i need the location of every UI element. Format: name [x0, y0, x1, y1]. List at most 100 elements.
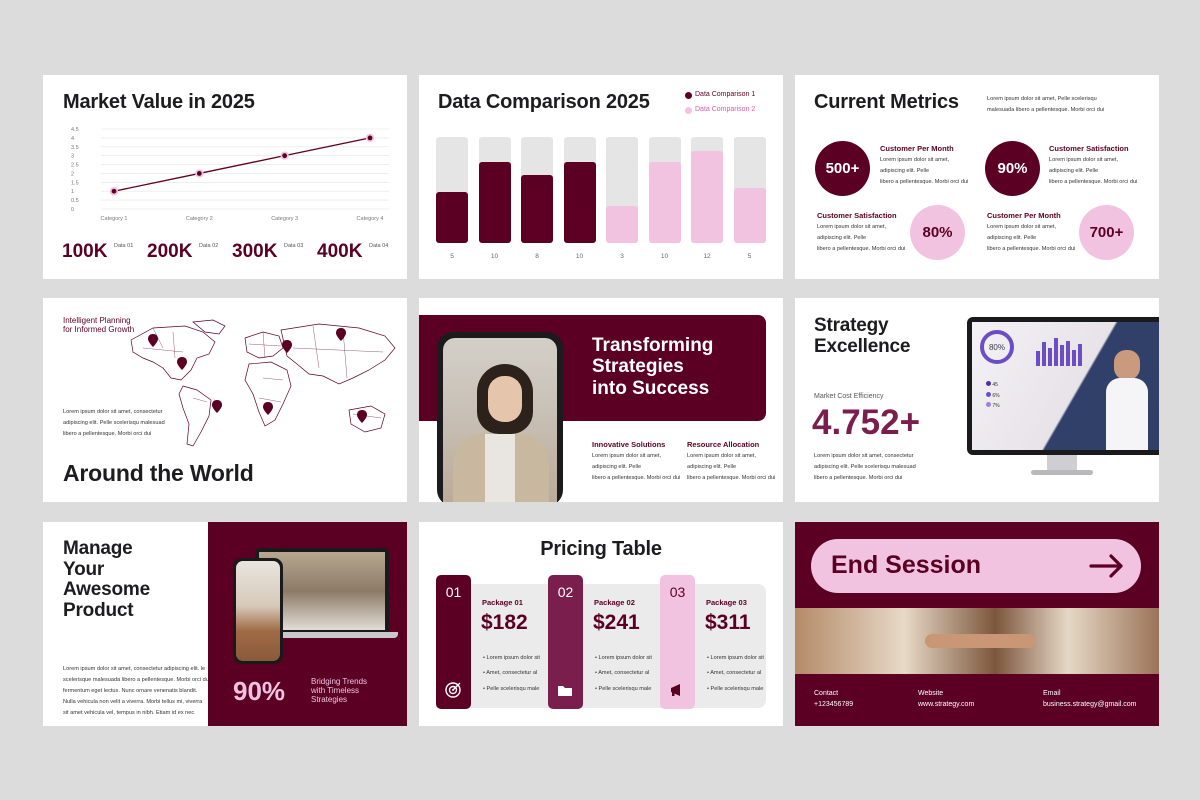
contact-value[interactable]: +123456789 [814, 700, 853, 711]
map-pin-icon[interactable] [212, 400, 222, 413]
metric-text: Lorem ipsum dolor sit amet, adipiscing e… [817, 222, 905, 255]
y-tick-label: 3 [71, 154, 74, 160]
y-tick-label: 1 [71, 189, 74, 195]
screen-rows: 45 6% 7% [986, 380, 1000, 412]
text-line: into Success [592, 377, 710, 399]
slide-title: Around the World [63, 460, 254, 486]
slide-strategy-excellence[interactable]: Strategy Excellence Market Cost Efficien… [795, 298, 1159, 502]
package-number: 01 [445, 584, 462, 600]
text-line: sit amet vehicula vel, tempus in nibh. E… [63, 709, 195, 716]
package-number: 03 [669, 584, 686, 600]
text-line: 45 [992, 382, 998, 388]
text-line: Strategy [814, 315, 889, 336]
legend-swatch [685, 107, 692, 114]
stat-value: 400K [317, 241, 363, 262]
text-line: adipiscing elit. Pelle scelerisqu malesu… [814, 463, 916, 470]
text-line: Excellence [814, 335, 911, 357]
metric-circle: 90% [985, 141, 1040, 196]
stat-label: Bridging Trends with Timeless Strategies [311, 677, 367, 705]
slide-market-value[interactable]: Market Value in 2025 0 0.5 1 1.5 2 2.5 3 3.5 4 4.… [43, 75, 407, 279]
slide-pricing-table[interactable]: Pricing Table 01 Package 01 $182 • Lorem ip… [419, 522, 783, 726]
metric-circle: 80% [910, 205, 965, 260]
text-line: Strategies [311, 695, 348, 705]
x-tick-label: Category 4 [357, 216, 384, 222]
slide-title: Manage Your Awesome Product [63, 538, 150, 621]
package-number: 02 [557, 584, 574, 600]
feature-item: • Lorem ipsum dolor sit [707, 655, 764, 661]
metric-circle: 700+ [1079, 205, 1134, 260]
screen-percent: 80% [980, 330, 1014, 364]
screen-bars [1036, 336, 1092, 366]
text-line: adipiscing elit. Pelle [817, 234, 867, 241]
feature-item: • Pelle scelerisqu male [483, 685, 540, 692]
slide-transforming-strategies[interactable]: Transforming Strategies into Success Inn… [419, 298, 783, 502]
south-america [178, 385, 212, 447]
phone-screen-photo [443, 338, 557, 502]
text-line: Lorem ipsum dolor sit amet, consectetur [814, 453, 914, 459]
stat-label: Market Cost Efficiency [814, 393, 884, 400]
stat-label: Data 02 [199, 243, 219, 249]
bar [436, 192, 468, 243]
bar-value-label: 5 [450, 253, 454, 260]
text-line: libero a pellentesque. Morbi orci dui [63, 430, 152, 437]
email-label: Email [1043, 690, 1061, 697]
contact-label: Contact [814, 690, 839, 697]
data-point [367, 135, 373, 141]
stat-value: 90% [233, 676, 286, 706]
text-line: Lorem ipsum dolor sit amet, [592, 453, 662, 459]
legend-item-2: Data Comparison 2 [685, 106, 755, 114]
slide-end-session[interactable]: End Session Contact +123456789 Website w… [795, 522, 1159, 726]
text-line: fermentum eget lectus. Nunc ornare venen… [63, 687, 198, 694]
slide-data-comparison[interactable]: Data Comparison 2025 Data Comparison 1 D… [419, 75, 783, 279]
column-title: Innovative Solutions [592, 440, 666, 449]
text-line: Lorem ipsum dolor sit amet, [687, 453, 757, 459]
megaphone-icon [671, 684, 680, 696]
stat-label: Data 03 [284, 243, 304, 249]
bar-value-label: 5 [747, 253, 752, 260]
phone-frame [437, 332, 563, 502]
y-tick-label: 1.5 [71, 180, 79, 186]
slide-title: Data Comparison 2025 [438, 91, 650, 113]
text-line: libero a pellentesque. Morbi orci dui [880, 178, 969, 185]
text-line: scelerisque malesuada libero a pellentes… [63, 676, 211, 683]
feature-item: • Pelle scelerisqu male [707, 685, 764, 692]
legend-item-1: Data Comparison 1 [685, 91, 755, 99]
headline: Transforming Strategies into Success [592, 335, 713, 399]
stat-value: 200K [147, 241, 193, 262]
feature-item: • Amet, consectetur al [595, 670, 650, 677]
bar-value-label: 10 [575, 253, 584, 260]
target-icon [445, 682, 461, 698]
text-line: Lorem ipsum dolor sit amet, [817, 224, 887, 230]
slide-title: Market Value in 2025 [63, 91, 255, 113]
slide-current-metrics[interactable]: Current Metrics Lorem ipsum dolor sit am… [795, 75, 1159, 279]
bar-value-label: 8 [535, 253, 539, 260]
email-link[interactable]: business.strategy@gmail.com [1043, 700, 1136, 711]
text-line: adipiscing elit. Pelle [687, 463, 737, 470]
phone-frame [233, 558, 283, 664]
package-features: • Lorem ipsum dolor sit • Amet, consectet… [707, 651, 764, 697]
text-line: Lorem ipsum dolor sit amet, [987, 224, 1057, 230]
body-text: Lorem ipsum dolor sit amet, consectetur … [814, 451, 916, 484]
text-line: 6% [992, 392, 1000, 399]
text-line: Awesome [63, 579, 150, 601]
package-tab[interactable]: 02 [548, 575, 583, 709]
text-line: libero a pellentesque. Morbi orci dui [687, 474, 776, 481]
text-line: Lorem ipsum dolor sit amet, [1049, 157, 1119, 163]
package-tab[interactable]: 01 [436, 575, 471, 709]
slide-title: Pricing Table [540, 538, 662, 560]
slide-manage-product[interactable]: Manage Your Awesome Product Lorem ipsum … [43, 522, 407, 726]
text-line: libero a pellentesque. Morbi orci dui [592, 474, 681, 481]
end-session-button[interactable]: End Session [811, 539, 1141, 593]
monitor-base [1031, 470, 1093, 475]
package-tab[interactable]: 03 [660, 575, 695, 709]
contact-block: Contact +123456789 [814, 689, 853, 710]
shirt [485, 434, 515, 502]
text-line: Lorem ipsum dolor sit amet, consectetur [63, 409, 163, 415]
text-line: adipiscing elit. Pelle [880, 167, 930, 174]
text-line: Lorem ipsum dolor sit amet, consectetur … [63, 666, 206, 672]
feature-item: • Pelle scelerisqu male [595, 685, 652, 692]
slide-around-the-world[interactable]: Intelligent Planning for Informed Growth… [43, 298, 407, 502]
website-label: Website [918, 690, 944, 697]
stat-value: 100K [62, 241, 108, 262]
website-link[interactable]: www.strategy.com [918, 700, 974, 711]
